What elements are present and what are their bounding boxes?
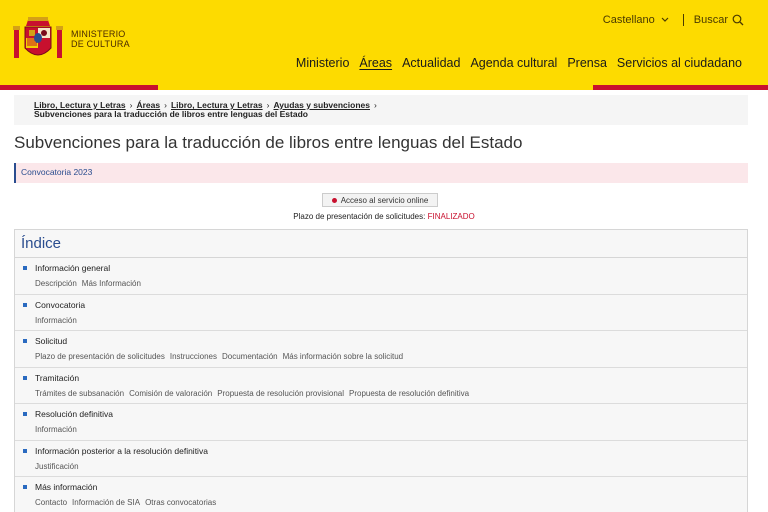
index-section-links: Plazo de presentación de solicitudes Ins…: [23, 352, 747, 361]
top-tools: Castellano Buscar: [603, 14, 744, 26]
online-service-label: Acceso al servicio online: [340, 195, 429, 205]
tools-divider: [682, 14, 684, 26]
nav-areas[interactable]: Áreas: [359, 56, 392, 70]
nav-agenda-cultural[interactable]: Agenda cultural: [470, 56, 557, 70]
index-link[interactable]: Información de SIA: [72, 498, 140, 507]
index-link[interactable]: Plazo de presentación de solicitudes: [35, 352, 165, 361]
index-section-links: Contacto Información de SIA Otras convoc…: [23, 498, 747, 507]
language-label: Castellano: [602, 14, 655, 26]
language-selector[interactable]: Castellano: [603, 14, 669, 26]
index-link[interactable]: Trámites de subsanación: [35, 389, 124, 398]
index-section-links: Información: [23, 316, 747, 325]
index-link[interactable]: Información: [35, 425, 77, 434]
index-section-links: Información: [23, 425, 747, 434]
index-link[interactable]: Propuesta de resolución definitiva: [349, 389, 469, 398]
search-icon: [732, 14, 744, 26]
nav-servicios-ciudadano[interactable]: Servicios al ciudadano: [617, 56, 742, 70]
ministry-name[interactable]: MINISTERIO DE CULTURA: [71, 29, 130, 49]
index-section-title: Información general: [35, 263, 111, 273]
index-section-title: Más información: [35, 482, 98, 492]
online-service-button[interactable]: Acceso al servicio online: [322, 193, 438, 207]
ministry-name-line2: DE CULTURA: [71, 39, 130, 49]
index-section-title: Convocatoria: [35, 299, 86, 310]
chevron-down-icon: [661, 17, 669, 22]
index-link[interactable]: Más información sobre la solicitud: [283, 352, 404, 361]
index-section-header[interactable]: Información posterior a la resolución de…: [23, 446, 747, 456]
deadline-label: Plazo de presentación de solicitudes:: [293, 212, 426, 221]
index-section: Resolución definitiva Información: [15, 404, 747, 441]
index-link[interactable]: Información: [35, 316, 77, 325]
index-section-title: Solicitud: [35, 336, 68, 346]
index-link[interactable]: Otras convocatorias: [145, 498, 216, 507]
nav-ministerio[interactable]: Ministerio: [296, 56, 350, 70]
index-link[interactable]: Instrucciones: [170, 352, 217, 361]
index-section-links: Justificación: [23, 462, 747, 471]
square-bullet-icon: [23, 339, 27, 343]
index-link[interactable]: Propuesta de resolución provisional: [217, 389, 344, 398]
breadcrumb-current: Subvenciones para la traducción de libro…: [34, 109, 308, 119]
header-color-bar: [0, 85, 768, 90]
index-section-links: Descripción Más Información: [23, 279, 747, 288]
index-link[interactable]: Comisión de valoración: [129, 389, 212, 398]
coat-of-arms-logo[interactable]: [12, 14, 64, 66]
index-link[interactable]: Más Información: [82, 279, 141, 288]
site-header: MINISTERIO DE CULTURA Castellano Buscar …: [0, 0, 768, 85]
index-section: Convocatoria Información: [15, 295, 747, 331]
index-section: Tramitación Trámites de subsanación Comi…: [15, 368, 747, 404]
chevron-right-icon: ›: [373, 100, 377, 110]
square-bullet-icon: [23, 375, 27, 380]
index-section-title: Resolución definitiva: [35, 409, 113, 419]
index-title: Índice: [15, 230, 747, 258]
square-bullet-icon: [23, 412, 27, 416]
search-button[interactable]: Buscar: [694, 14, 744, 26]
index-section-title: Tramitación: [35, 372, 80, 383]
index-section-title: Información posterior a la resolución de…: [35, 445, 208, 456]
index-section-header[interactable]: Solicitud: [23, 336, 747, 346]
nav-actualidad[interactable]: Actualidad: [402, 56, 460, 70]
square-bullet-icon: [23, 448, 27, 453]
index-section-header[interactable]: Más información: [23, 482, 747, 492]
index-section-links: Trámites de subsanación Comisión de valo…: [23, 389, 747, 398]
bullet-dot-icon: [331, 197, 337, 203]
index-section: Información general Descripción Más Info…: [15, 258, 747, 295]
square-bullet-icon: [23, 302, 27, 307]
index-link[interactable]: Descripción: [35, 279, 77, 288]
index-panel: Índice Información general Descripción M…: [14, 229, 748, 512]
index-section-header[interactable]: Información general: [23, 263, 747, 273]
convocatoria-banner: Convocatoria 2023: [14, 163, 748, 183]
square-bullet-icon: [23, 485, 27, 489]
breadcrumb: Libro, Lectura y Letras › Áreas › Libro, Lec…: [14, 95, 748, 125]
index-link[interactable]: Documentación: [222, 352, 278, 361]
index-link[interactable]: Justificación: [35, 462, 79, 471]
index-section-header[interactable]: Resolución definitiva: [23, 409, 747, 419]
submission-deadline: Plazo de presentación de solicitudes: FI…: [0, 212, 768, 221]
main-nav: Ministerio Áreas Actualidad Agenda cultu…: [296, 56, 742, 70]
search-label: Buscar: [693, 14, 728, 26]
index-section: Más información Contacto Información de …: [15, 477, 747, 512]
ministry-name-line1: MINISTERIO: [71, 29, 126, 39]
page-title: Subvenciones para la traducción de libro…: [14, 133, 523, 152]
square-bullet-icon: [23, 266, 27, 270]
index-section: Información posterior a la resolución de…: [15, 441, 747, 477]
deadline-status: FINALIZADO: [427, 212, 475, 221]
index-section: Solicitud Plazo de presentación de solic…: [15, 331, 747, 368]
index-section-header[interactable]: Convocatoria: [23, 300, 747, 310]
index-section-header[interactable]: Tramitación: [23, 373, 747, 383]
index-link[interactable]: Contacto: [35, 498, 67, 507]
nav-prensa[interactable]: Prensa: [567, 56, 607, 70]
